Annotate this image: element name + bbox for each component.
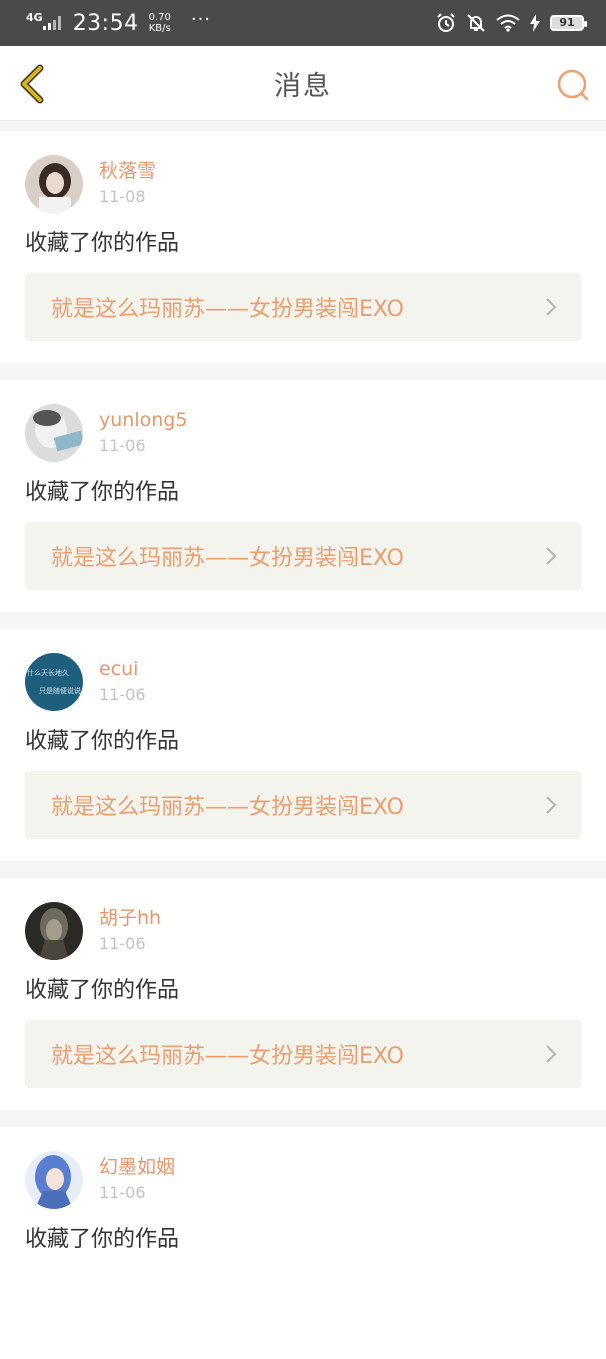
speed-value: 0.70 — [148, 12, 171, 23]
message-item: 胡子hh 11-06 收藏了你的作品 就是这么玛丽苏——女扮男装闯EXO — [0, 878, 606, 1110]
avatar-text: 什么天长地久 — [27, 668, 69, 677]
work-title: 就是这么玛丽苏——女扮男装闯EXO — [51, 546, 404, 571]
speed-unit: KB/s — [148, 23, 171, 34]
username[interactable]: 秋落雪 — [99, 158, 156, 184]
network-type: 4G — [26, 10, 43, 24]
avatar[interactable]: 什么天长地久 只是随便说说 — [25, 653, 83, 711]
username[interactable]: 幻墨如姻 — [99, 1154, 175, 1180]
username[interactable]: 胡子hh — [99, 905, 161, 931]
message-item: 什么天长地久 只是随便说说 ecui 11-06 收藏了你的作品 就是这么玛丽苏… — [0, 629, 606, 861]
chevron-right-icon — [546, 796, 557, 814]
more-notifications-icon: ··· — [190, 8, 212, 30]
signal-icon — [42, 16, 61, 30]
avatar-text: 只是随便说说 — [39, 686, 81, 695]
message-date: 11-06 — [99, 1183, 146, 1202]
action-text: 收藏了你的作品 — [25, 231, 180, 256]
work-title: 就是这么玛丽苏——女扮男装闯EXO — [51, 297, 404, 322]
action-text: 收藏了你的作品 — [25, 978, 180, 1003]
top-spacer — [0, 121, 606, 131]
work-link[interactable]: 就是这么玛丽苏——女扮男装闯EXO — [25, 273, 581, 341]
avatar[interactable] — [25, 1151, 83, 1209]
message-date: 11-06 — [99, 685, 146, 704]
message-list: 秋落雪 11-08 收藏了你的作品 就是这么玛丽苏——女扮男装闯EXO yunl… — [0, 131, 606, 1359]
message-item: 幻墨如姻 11-06 收藏了你的作品 — [0, 1127, 606, 1359]
message-date: 11-08 — [99, 187, 146, 206]
message-date: 11-06 — [99, 934, 146, 953]
charging-icon — [530, 14, 540, 32]
navigation-bar: 消息 — [0, 46, 606, 121]
action-text: 收藏了你的作品 — [25, 480, 180, 505]
chevron-right-icon — [546, 1045, 557, 1063]
message-date: 11-06 — [99, 436, 146, 455]
username[interactable]: yunlong5 — [99, 407, 187, 433]
search-icon[interactable] — [556, 68, 590, 102]
battery-icon: 91 — [550, 15, 587, 31]
status-bar: 4G 23:54 0.70 KB/s ··· 91 — [0, 0, 606, 46]
page-title: 消息 — [274, 70, 332, 102]
work-link[interactable]: 就是这么玛丽苏——女扮男装闯EXO — [25, 522, 581, 590]
action-text: 收藏了你的作品 — [25, 729, 180, 754]
message-item: 秋落雪 11-08 收藏了你的作品 就是这么玛丽苏——女扮男装闯EXO — [0, 131, 606, 363]
chevron-right-icon — [546, 298, 557, 316]
battery-level: 91 — [559, 16, 575, 29]
action-text: 收藏了你的作品 — [25, 1227, 180, 1252]
alarm-icon — [437, 13, 455, 32]
work-link[interactable]: 就是这么玛丽苏——女扮男装闯EXO — [25, 771, 581, 839]
network-speed: 0.70 KB/s — [149, 12, 171, 34]
mute-bell-icon — [467, 14, 485, 32]
username[interactable]: ecui — [99, 656, 146, 682]
message-item: yunlong5 11-06 收藏了你的作品 就是这么玛丽苏——女扮男装闯EXO — [0, 380, 606, 612]
avatar[interactable] — [25, 155, 83, 213]
work-link[interactable]: 就是这么玛丽苏——女扮男装闯EXO — [25, 1020, 581, 1088]
clock: 23:54 — [72, 10, 139, 36]
avatar[interactable] — [25, 404, 83, 462]
work-title: 就是这么玛丽苏——女扮男装闯EXO — [51, 795, 404, 820]
work-title: 就是这么玛丽苏——女扮男装闯EXO — [51, 1044, 404, 1069]
wifi-icon — [496, 14, 520, 32]
back-chevron-icon[interactable] — [16, 64, 48, 104]
chevron-right-icon — [546, 547, 557, 565]
avatar[interactable] — [25, 902, 83, 960]
